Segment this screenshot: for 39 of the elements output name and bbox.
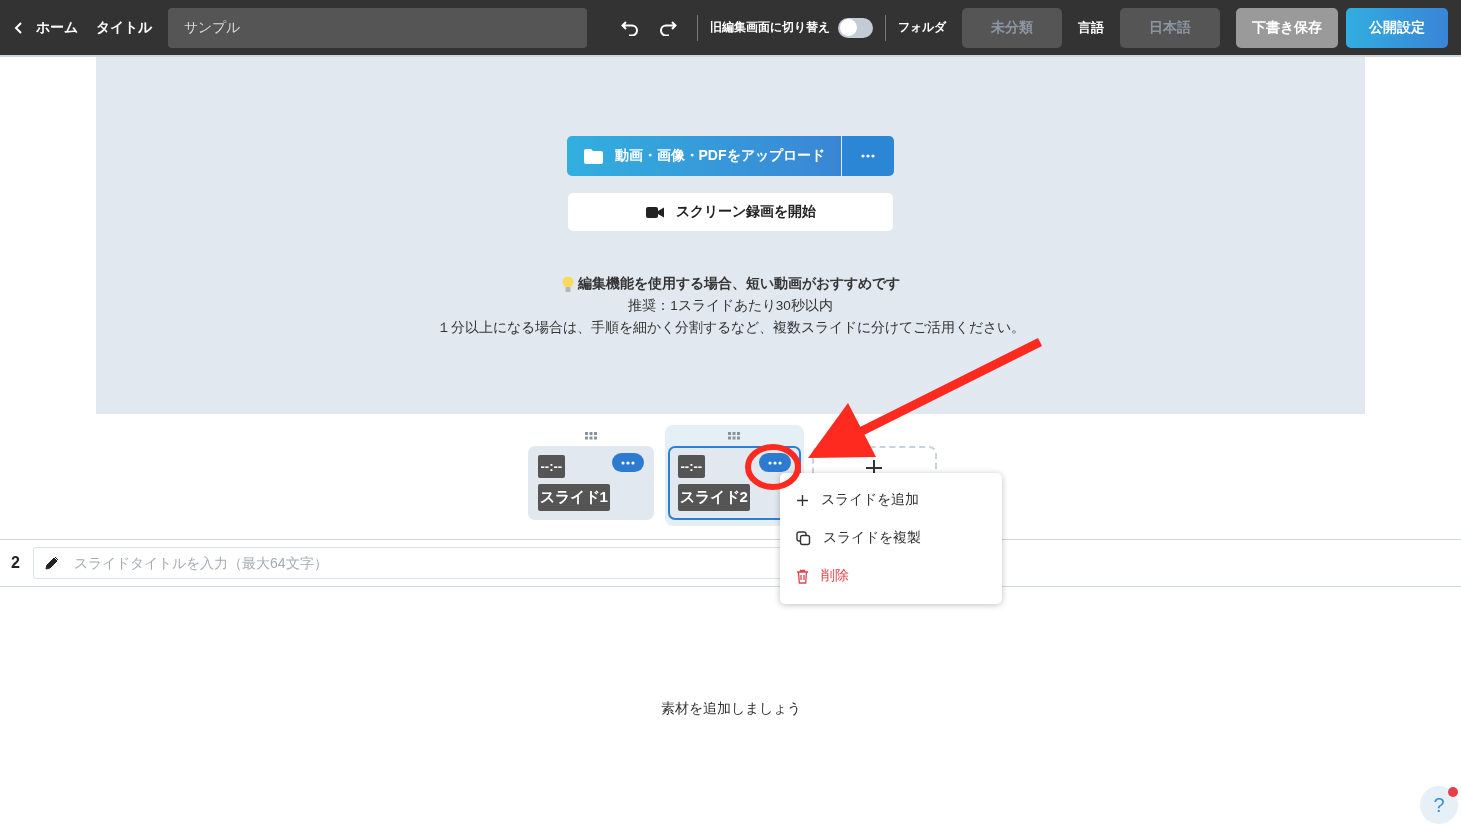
slide-name: スライド1 <box>537 484 610 511</box>
slide-name: スライド2 <box>677 484 750 511</box>
home-link[interactable]: ホーム <box>36 18 78 37</box>
title-field[interactable]: サンプル <box>168 7 587 48</box>
tip-text: 推奨：1スライドあたり30秒以内 <box>628 297 833 315</box>
slide-number: 2 <box>11 554 21 572</box>
duration-label: --:-- <box>537 455 566 478</box>
drag-handle-icon[interactable] <box>584 432 597 440</box>
more-icon <box>620 460 635 465</box>
screen-record-button[interactable]: スクリーン録画を開始 <box>568 193 893 231</box>
pencil-icon <box>45 556 59 570</box>
old-editor-toggle[interactable] <box>838 17 873 38</box>
plus-icon <box>866 460 882 476</box>
redo-icon <box>659 19 677 36</box>
publish-settings-button[interactable]: 公開設定 <box>1346 7 1448 48</box>
plus-icon <box>796 493 809 507</box>
empty-message: 素材を追加しましょう <box>660 701 801 716</box>
folder-icon <box>583 148 603 164</box>
copy-icon <box>796 530 811 546</box>
drag-handle-icon[interactable] <box>728 432 740 440</box>
duration-label: --:-- <box>677 455 706 478</box>
highlight-circle <box>744 443 802 491</box>
tip-text: １分以上になる場合は、手順を細かく分割するなど、複数スライドに分けてご活用ください。 <box>436 319 1025 337</box>
help-button[interactable]: ? <box>1420 786 1458 824</box>
back-icon <box>14 21 24 34</box>
lightbulb-icon <box>561 275 574 293</box>
video-camera-icon <box>645 206 664 218</box>
upload-button[interactable]: 動画・画像・PDFをアップロード <box>567 136 841 176</box>
more-icon <box>861 154 875 158</box>
old-editor-label: 旧編集画面に切り替え <box>710 19 830 36</box>
title-label: タイトル <box>96 18 152 37</box>
slide-menu-button[interactable] <box>611 453 644 472</box>
language-label: 言語 <box>1078 18 1104 37</box>
trash-icon <box>796 568 809 584</box>
tip-heading: 編集機能を使用する場合、短い動画がおすすめです <box>577 275 900 293</box>
more-icon <box>767 460 782 465</box>
folder-label: フォルダ <box>898 19 946 36</box>
undo-icon <box>621 19 639 36</box>
slide-menu-button[interactable] <box>758 453 791 472</box>
